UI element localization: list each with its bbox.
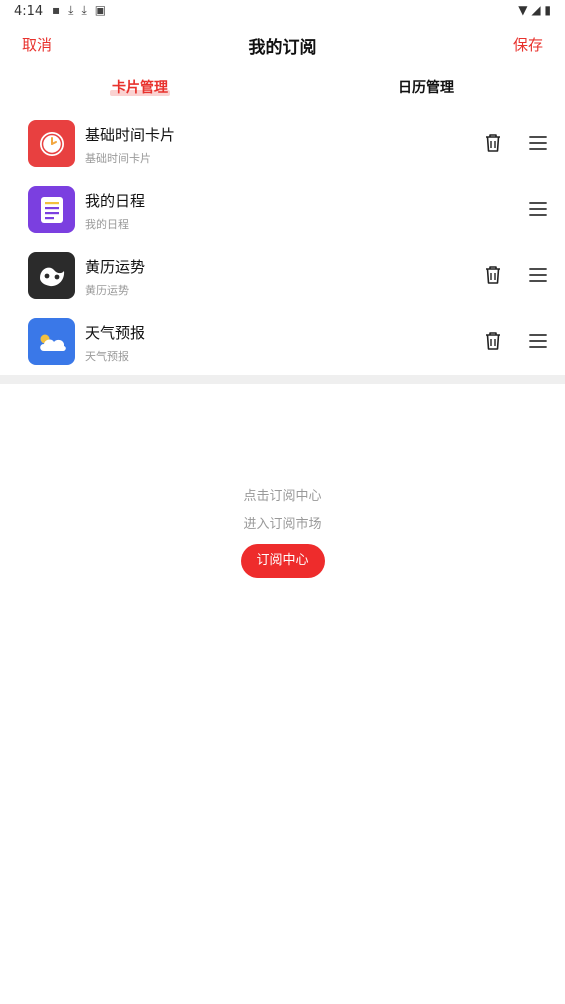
list-item[interactable]: 我的日程 我的日程: [0, 176, 565, 242]
notification-icon: ▪: [52, 3, 69, 17]
status-left-icons: ▪⤓⤓▣: [52, 3, 114, 18]
trash-icon[interactable]: [484, 265, 502, 285]
battery-icon: ▮: [544, 3, 551, 17]
tab-bar: 卡片管理 日历管理: [0, 72, 565, 102]
weather-icon: [28, 318, 75, 365]
tab-calendar-management[interactable]: 日历管理: [398, 77, 454, 97]
card-title: 黄历运势: [85, 258, 146, 276]
card-subtitle: 我的日程: [85, 218, 129, 231]
nav-bar: 取消 我的订阅 保存: [0, 24, 565, 64]
card-subtitle: 基础时间卡片: [85, 152, 151, 165]
status-bar: 4:14 ▪⤓⤓▣ ▼ ◢ ▮: [0, 0, 565, 24]
drag-handle-icon[interactable]: [528, 267, 548, 283]
save-button[interactable]: 保存: [513, 34, 543, 55]
card-title: 基础时间卡片: [85, 126, 176, 144]
tab-card-management[interactable]: 卡片管理: [110, 77, 170, 97]
status-time: 4:14: [14, 4, 44, 19]
yinyang-icon: [28, 252, 75, 299]
card-title: 我的日程: [85, 192, 146, 210]
download-icon: ⤓: [81, 3, 95, 17]
drag-handle-icon[interactable]: [528, 135, 548, 151]
app-icon: ▣: [94, 3, 115, 17]
drag-handle-icon[interactable]: [528, 333, 548, 349]
prompt-line-1: 点击订阅中心: [243, 489, 322, 504]
status-right-icons: ▼ ◢ ▮: [518, 3, 551, 17]
card-list: 基础时间卡片 基础时间卡片 我的日程 我的日程 黄历运势 黄历运势 天气预报 天…: [0, 110, 565, 374]
section-divider: [0, 375, 565, 384]
signal-icon: ◢: [531, 3, 541, 17]
page-title: 我的订阅: [248, 38, 317, 58]
drag-handle-icon[interactable]: [528, 201, 548, 217]
trash-icon[interactable]: [484, 133, 502, 153]
list-item[interactable]: 基础时间卡片 基础时间卡片: [0, 110, 565, 176]
subscription-prompt: 点击订阅中心 进入订阅市场 订阅中心: [0, 486, 565, 578]
trash-icon[interactable]: [484, 331, 502, 351]
list-item[interactable]: 天气预报 天气预报: [0, 308, 565, 374]
subscription-center-button[interactable]: 订阅中心: [240, 544, 325, 578]
download-icon: ⤓: [68, 3, 82, 17]
card-title: 天气预报: [85, 324, 146, 342]
notes-icon: [28, 186, 75, 233]
prompt-line-2: 进入订阅市场: [243, 517, 322, 532]
wifi-icon: ▼: [518, 3, 528, 17]
clock-icon: [28, 120, 75, 167]
card-subtitle: 天气预报: [85, 350, 129, 363]
card-subtitle: 黄历运势: [85, 284, 129, 297]
list-item[interactable]: 黄历运势 黄历运势: [0, 242, 565, 308]
